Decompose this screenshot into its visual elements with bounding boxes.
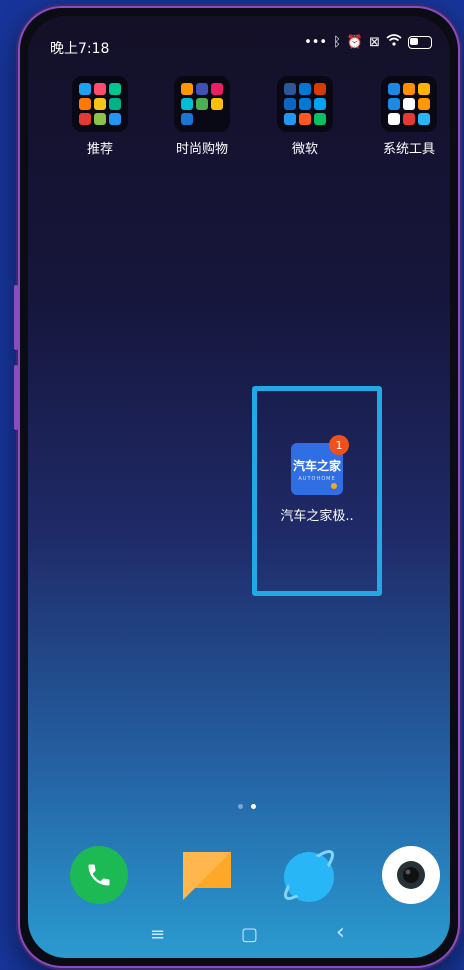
- folder-app-icon: [388, 98, 400, 110]
- folder-label: 时尚购物: [175, 142, 228, 157]
- folder-app-icon: [403, 83, 415, 95]
- page-indicator: [238, 804, 256, 809]
- power-button: [14, 365, 18, 430]
- folder-app-icon: [299, 113, 311, 125]
- folder-app-icon: [299, 83, 311, 95]
- folder-app-icon: [284, 83, 296, 95]
- autohome-app-icon[interactable]: 汽车之家 AUTOHOME 1: [291, 435, 349, 495]
- folder-app-icon: [284, 113, 296, 125]
- folder-app-icon: [109, 113, 121, 125]
- folder-app-icon: [314, 98, 326, 110]
- folder-app-icon: [284, 98, 296, 110]
- folder-app-icon: [94, 83, 106, 95]
- folder-app-icon: [314, 83, 326, 95]
- app-icon-subtext: AUTOHOME: [298, 475, 336, 482]
- camera-icon: [397, 861, 425, 889]
- battery-icon: [408, 35, 432, 49]
- folder-app-icon: [403, 98, 415, 110]
- folder-grid: [72, 76, 128, 132]
- volume-button: [14, 285, 18, 350]
- phone-frame: 晚上7:18 ••• ᛒ ⏰ ⊠ 推荐 时尚购物 微软 系统工具 汽车之家 AU…: [18, 6, 460, 968]
- folder-app-icon: [403, 113, 415, 125]
- phone-icon: [88, 864, 110, 886]
- dots-icon: •••: [304, 34, 328, 50]
- folder-grid: [381, 76, 437, 132]
- status-time: 晚上7:18: [50, 41, 110, 57]
- folder-app-icon: [79, 98, 91, 110]
- folder-system-tools[interactable]: 系统工具: [369, 76, 449, 157]
- page-dot: [238, 804, 243, 809]
- folder-label: 系统工具: [382, 142, 435, 157]
- browser-app-button[interactable]: [280, 846, 338, 904]
- folder-app-icon: [196, 98, 208, 110]
- folder-app-icon: [418, 98, 430, 110]
- folder-app-icon: [181, 113, 193, 125]
- status-bar: 晚上7:18 ••• ᛒ ⏰ ⊠: [28, 16, 450, 60]
- bluetooth-icon: ᛒ: [333, 34, 341, 50]
- sim-icon: ⊠: [369, 34, 380, 50]
- folder-grid: [174, 76, 230, 132]
- app-label: 汽车之家极..: [280, 509, 354, 524]
- folder-app-icon: [181, 83, 193, 95]
- folder-app-icon: [79, 83, 91, 95]
- folder-app-icon: [79, 113, 91, 125]
- app-icon-text: 汽车之家: [292, 458, 341, 473]
- folder-app-icon: [418, 113, 430, 125]
- message-icon: [183, 852, 231, 900]
- menu-button[interactable]: ≡: [150, 924, 165, 945]
- status-icons: ••• ᛒ ⏰ ⊠: [304, 34, 432, 50]
- app-icon-dot: [331, 483, 337, 489]
- folder-recommended[interactable]: 推荐: [60, 76, 140, 157]
- home-button[interactable]: ▢: [241, 924, 258, 945]
- folder-app-icon: [109, 98, 121, 110]
- folder-label: 推荐: [86, 142, 113, 157]
- folder-app-icon: [94, 113, 106, 125]
- folder-app-icon: [418, 83, 430, 95]
- folder-grid: [277, 76, 333, 132]
- folder-app-icon: [314, 113, 326, 125]
- app-autohome[interactable]: 汽车之家 AUTOHOME 1 汽车之家极..: [280, 435, 354, 524]
- browser-icon: [283, 849, 335, 902]
- folder-app-icon: [211, 98, 223, 110]
- folder-app-icon: [388, 83, 400, 95]
- folder-app-icon: [388, 113, 400, 125]
- back-button[interactable]: ‹: [336, 920, 345, 945]
- messages-app-button[interactable]: [179, 846, 237, 904]
- folder-app-icon: [94, 98, 106, 110]
- notification-badge: 1: [329, 435, 349, 455]
- home-screen: 晚上7:18 ••• ᛒ ⏰ ⊠ 推荐 时尚购物 微软 系统工具 汽车之家 AU…: [28, 16, 450, 958]
- camera-app-button[interactable]: [382, 846, 440, 904]
- folder-app-icon: [109, 83, 121, 95]
- folder-fashion-shopping[interactable]: 时尚购物: [162, 76, 242, 157]
- folder-app-icon: [299, 98, 311, 110]
- wifi-icon: [386, 34, 402, 50]
- alarm-off-icon: ⏰: [346, 34, 364, 50]
- folder-label: 微软: [291, 142, 318, 157]
- folder-app-icon: [196, 83, 208, 95]
- page-dot-active: [251, 804, 256, 809]
- folder-app-icon: [211, 83, 223, 95]
- folder-microsoft[interactable]: 微软: [265, 76, 345, 157]
- phone-app-button[interactable]: [70, 846, 128, 904]
- folder-app-icon: [181, 98, 193, 110]
